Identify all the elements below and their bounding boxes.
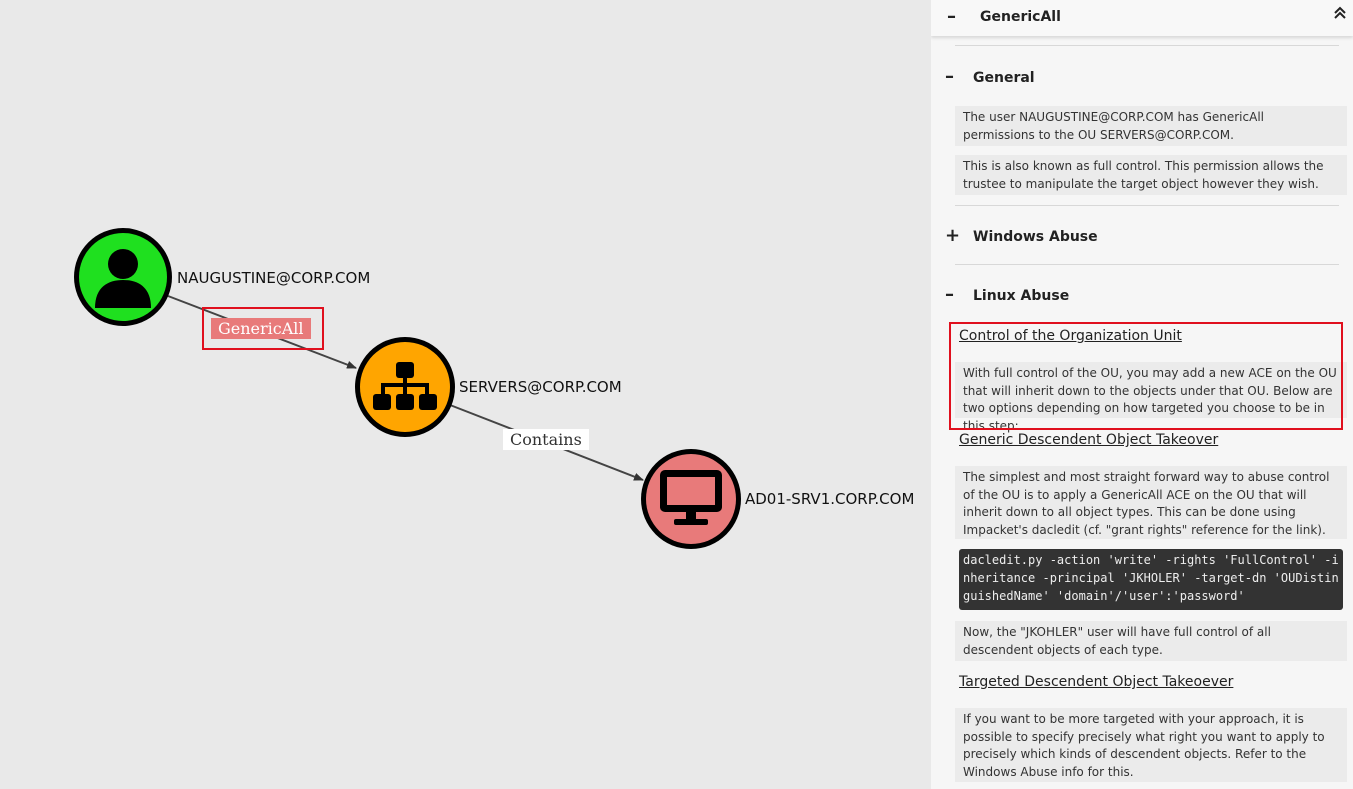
section-windows-abuse-sign[interactable]: + bbox=[945, 225, 973, 246]
node-ou-label[interactable]: SERVERS@CORP.COM bbox=[459, 378, 622, 396]
section-general-sign[interactable]: – bbox=[945, 66, 973, 87]
node-ou[interactable] bbox=[355, 337, 455, 437]
general-paragraph-2: This is also known as full control. This… bbox=[955, 155, 1347, 195]
graph-canvas[interactable]: NAUGUSTINE@CORP.COM SERVERS@CORP.COM AD0… bbox=[0, 0, 931, 789]
double-chevron-up-icon[interactable] bbox=[1333, 6, 1347, 24]
highlight-box-edge bbox=[202, 307, 324, 350]
section-windows-abuse-header[interactable]: + Windows Abuse bbox=[945, 225, 1098, 246]
section-general-title: General bbox=[973, 70, 1035, 86]
section-windows-abuse-title: Windows Abuse bbox=[973, 229, 1098, 245]
divider bbox=[955, 264, 1339, 265]
divider bbox=[955, 205, 1339, 206]
targeted-takeover-title: Targeted Descendent Object Takeoever bbox=[959, 674, 1234, 690]
section-linux-abuse-header[interactable]: – Linux Abuse bbox=[945, 284, 1069, 305]
section-linux-abuse-sign[interactable]: – bbox=[945, 284, 973, 305]
node-computer[interactable] bbox=[641, 449, 741, 549]
section-general-header[interactable]: – General bbox=[945, 66, 1035, 87]
node-user-label[interactable]: NAUGUSTINE@CORP.COM bbox=[177, 269, 370, 287]
panel-title: GenericAll bbox=[980, 9, 1061, 25]
node-computer-label[interactable]: AD01-SRV1.CORP.COM bbox=[745, 490, 914, 508]
divider bbox=[955, 45, 1339, 46]
general-paragraph-1: The user NAUGUSTINE@CORP.COM has Generic… bbox=[955, 106, 1347, 146]
generic-takeover-after: Now, the "JKOHLER" user will have full c… bbox=[955, 621, 1347, 661]
generic-takeover-title: Generic Descendent Object Takeover bbox=[959, 432, 1219, 448]
dacledit-code-block[interactable]: dacledit.py -action 'write' -rights 'Ful… bbox=[959, 549, 1343, 610]
header-collapse-sign[interactable]: – bbox=[947, 6, 956, 27]
targeted-takeover-paragraph: If you want to be more targeted with you… bbox=[955, 708, 1347, 782]
highlight-box-control-ou bbox=[949, 322, 1343, 430]
panel-header: – GenericAll bbox=[931, 0, 1353, 36]
node-user[interactable] bbox=[74, 228, 172, 326]
section-linux-abuse-title: Linux Abuse bbox=[973, 288, 1070, 304]
edge-info-panel: – GenericAll – General The user NAUGUSTIN… bbox=[931, 0, 1353, 789]
edge-label-contains[interactable]: Contains bbox=[503, 429, 589, 450]
generic-takeover-paragraph: The simplest and most straight forward w… bbox=[955, 466, 1347, 539]
